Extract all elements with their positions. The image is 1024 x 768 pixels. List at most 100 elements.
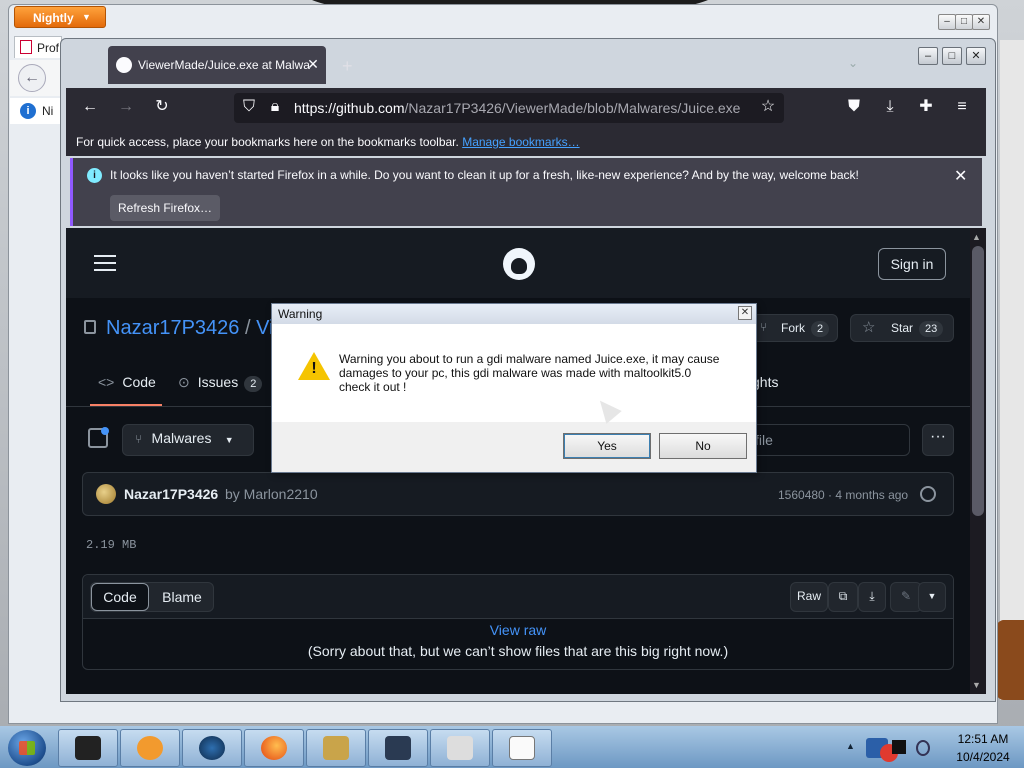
history-icon[interactable] bbox=[920, 486, 936, 502]
go-to-file-placeholder: file bbox=[755, 432, 773, 448]
github-favicon-icon bbox=[116, 57, 132, 73]
commit-author[interactable]: Nazar17P3426 bbox=[124, 486, 218, 502]
download-icon[interactable]: ⤓ bbox=[858, 582, 886, 612]
info-icon: i bbox=[87, 168, 102, 183]
desktop-edge bbox=[1000, 40, 1024, 700]
branch-name: Malwares bbox=[151, 430, 212, 446]
tab-code[interactable]: <> Code bbox=[98, 374, 156, 390]
dialog-titlebar[interactable] bbox=[272, 304, 756, 324]
view-raw-link[interactable]: View raw bbox=[0, 622, 1024, 638]
yes-button[interactable]: Yes bbox=[563, 433, 651, 459]
tab-close-icon[interactable]: ✕ bbox=[306, 57, 320, 71]
github-octocat-shape bbox=[511, 258, 527, 274]
hamburger-menu-icon[interactable] bbox=[94, 255, 116, 271]
manage-bookmarks-link[interactable]: Manage bookmarks… bbox=[462, 135, 579, 149]
scroll-down-icon[interactable]: ▼ bbox=[972, 680, 981, 690]
more-options-icon[interactable]: ··· bbox=[922, 424, 954, 456]
url-path: /Nazar17P3426/ViewerMade/blob/Malwares/J… bbox=[404, 100, 741, 116]
back-arrow-icon[interactable]: ← bbox=[18, 64, 46, 92]
minimize-button[interactable]: – bbox=[938, 14, 956, 30]
nightly-menu-button[interactable]: Nightly bbox=[14, 6, 106, 28]
file-size: 2.19 MB bbox=[86, 538, 137, 552]
code-icon: <> bbox=[98, 374, 115, 390]
shield-icon[interactable]: ⛉ bbox=[238, 97, 260, 119]
code-view-button[interactable]: Code bbox=[91, 583, 149, 611]
raw-button[interactable]: Raw bbox=[790, 582, 828, 612]
file-too-big-message: (Sorry about that, but we can’t show fil… bbox=[307, 643, 729, 659]
bookmarks-hint-text: For quick access, place your bookmarks h… bbox=[76, 135, 459, 149]
star-count: 23 bbox=[919, 321, 944, 337]
commit-coauthor[interactable]: by Marlon2210 bbox=[225, 486, 318, 502]
close-button[interactable]: ✕ bbox=[972, 14, 990, 30]
copy-icon[interactable]: ⧉ bbox=[828, 582, 858, 612]
downloads-icon[interactable]: ⤓ bbox=[879, 97, 901, 119]
repo-separator: / bbox=[245, 317, 251, 339]
notification-close-icon[interactable]: ✕ bbox=[954, 166, 967, 186]
url-text[interactable]: https://github.com/Nazar17P3426/ViewerMa… bbox=[294, 100, 740, 116]
nightly-menu-label: Nightly bbox=[33, 11, 74, 25]
media-player-icon bbox=[137, 736, 163, 760]
bookmarks-hint: For quick access, place your bookmarks h… bbox=[76, 135, 580, 149]
branch-selector[interactable]: ⑂ Malwares ▼ bbox=[122, 424, 254, 456]
dialog-message: Warning you about to run a gdi malware n… bbox=[339, 352, 720, 394]
reload-icon[interactable]: ↻ bbox=[151, 97, 173, 119]
background-info-text: Ni bbox=[42, 104, 54, 118]
avatar[interactable] bbox=[96, 484, 116, 504]
page-icon bbox=[20, 40, 32, 54]
maximize-button[interactable]: □ bbox=[955, 14, 973, 30]
firefox-maximize-button[interactable]: □ bbox=[942, 47, 962, 65]
repo-owner-link[interactable]: Nazar17P3426 bbox=[106, 317, 239, 339]
lock-icon[interactable]: 🔒︎ bbox=[264, 97, 286, 119]
dialog-close-icon[interactable]: ✕ bbox=[738, 306, 752, 320]
forward-arrow-icon[interactable]: → bbox=[115, 97, 137, 119]
pocket-icon[interactable]: ⛊ bbox=[843, 97, 865, 119]
no-button[interactable]: No bbox=[659, 433, 747, 459]
tray-expand-icon[interactable]: ▲ bbox=[846, 741, 855, 751]
console-icon bbox=[75, 736, 101, 760]
scroll-up-icon[interactable]: ▲ bbox=[972, 232, 981, 242]
notification-dot bbox=[101, 427, 109, 435]
chevron-down-icon: ▼ bbox=[224, 435, 234, 445]
tray-volume-icon[interactable] bbox=[916, 740, 930, 756]
menu-hamburger-icon[interactable]: ≡ bbox=[951, 97, 973, 119]
star-icon: ☆ bbox=[862, 319, 876, 336]
firefox-minimize-button[interactable]: – bbox=[918, 47, 938, 65]
url-host: https://github.com bbox=[294, 100, 405, 116]
dialog-title: Warning bbox=[278, 307, 323, 321]
tab-list-chevron-icon[interactable]: ⌄ bbox=[848, 56, 858, 70]
repo-title[interactable]: Nazar17P3426 / Vie bbox=[106, 317, 285, 340]
back-arrow-icon[interactable]: ← bbox=[79, 97, 101, 119]
star-label: Star bbox=[891, 321, 914, 335]
background-tab-label: Prof bbox=[37, 41, 60, 55]
go-to-file-input[interactable]: file bbox=[740, 424, 910, 456]
firefox-icon bbox=[261, 736, 287, 760]
issues-count: 2 bbox=[244, 376, 263, 392]
firefox-close-button[interactable]: ✕ bbox=[966, 47, 986, 65]
clock-date[interactable]: 10/4/2024 bbox=[948, 750, 1018, 764]
notepad-icon bbox=[509, 736, 535, 760]
refresh-firefox-button[interactable]: Refresh Firefox… bbox=[110, 195, 220, 221]
pen-tool-icon bbox=[447, 736, 473, 760]
windows-logo-icon bbox=[19, 741, 35, 755]
tab-title: ViewerMade/Juice.exe at Malwa bbox=[138, 58, 310, 72]
new-tab-icon[interactable]: + bbox=[342, 56, 353, 77]
view-raw-text[interactable]: View raw bbox=[490, 622, 547, 638]
blame-view-button[interactable]: Blame bbox=[152, 583, 212, 611]
bookmark-star-icon[interactable]: ☆ bbox=[757, 97, 779, 119]
repo-icon bbox=[84, 320, 96, 334]
fork-label: Fork bbox=[781, 321, 805, 335]
info-icon: i bbox=[20, 103, 36, 119]
issues-icon: ⊙ bbox=[178, 374, 190, 390]
tab-issues[interactable]: ⊙ Issues 2 bbox=[178, 374, 263, 392]
extensions-icon[interactable]: ✚ bbox=[915, 97, 937, 119]
tray-monitor-icon[interactable] bbox=[892, 740, 906, 754]
branch-icon: ⑂ bbox=[135, 432, 143, 446]
edit-chevron-down-icon[interactable]: ▼ bbox=[918, 582, 946, 612]
commit-meta[interactable]: 1560480 · 4 months ago bbox=[778, 488, 908, 502]
clock-time[interactable]: 12:51 AM bbox=[948, 732, 1018, 746]
scrollbar-thumb[interactable] bbox=[972, 246, 984, 516]
notification-text: It looks like you haven’t started Firefo… bbox=[110, 168, 859, 182]
tab-github[interactable]: ViewerMade/Juice.exe at Malwa bbox=[108, 46, 326, 84]
globe-icon bbox=[199, 736, 225, 760]
sign-in-button[interactable]: Sign in bbox=[878, 248, 946, 280]
